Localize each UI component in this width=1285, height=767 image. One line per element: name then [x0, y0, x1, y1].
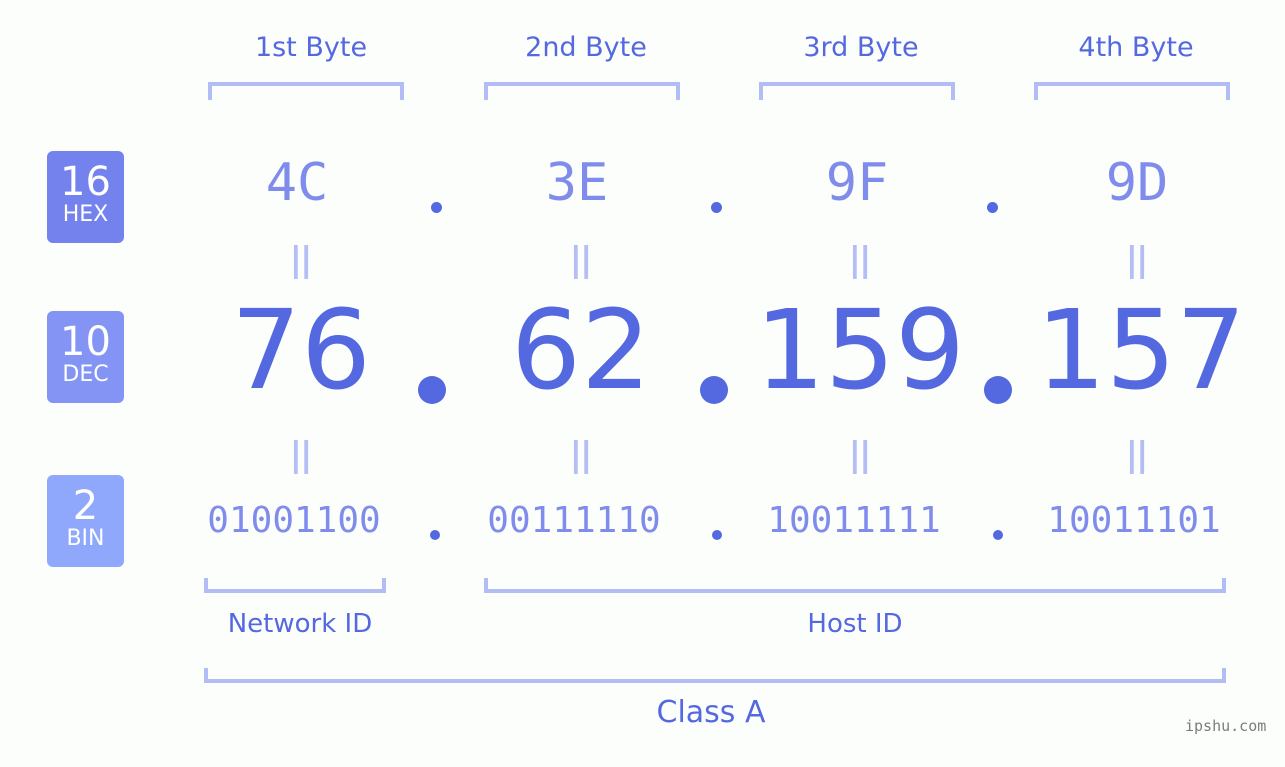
byte-header-4: 4th Byte [1078, 32, 1194, 63]
hex-badge-base: 16 [60, 159, 111, 205]
bin-dot-3 [993, 530, 1003, 540]
class-label: Class A [656, 695, 766, 730]
equals-sign: || [1125, 435, 1149, 475]
dec-badge: 10 DEC [47, 311, 124, 403]
hex-badge-label: HEX [62, 202, 109, 227]
hex-dot-3 [987, 202, 998, 213]
equals-sign: || [289, 240, 313, 280]
dec-value-4: 157 [1036, 286, 1246, 414]
equals-sign: || [289, 435, 313, 475]
byte-bracket-2 [484, 82, 680, 100]
dec-dot-2 [700, 376, 728, 404]
dec-dot-3 [984, 376, 1012, 404]
hex-value-1: 4C [265, 153, 329, 213]
equals-sign: || [1125, 240, 1149, 280]
dec-value-3: 159 [755, 286, 965, 414]
dec-value-1: 76 [231, 286, 371, 414]
hex-badge: 16 HEX [47, 151, 124, 243]
hex-value-2: 3E [545, 153, 609, 213]
watermark: ipshu.com [1185, 717, 1267, 735]
bin-badge: 2 BIN [47, 475, 124, 567]
bin-value-1: 01001100 [207, 500, 381, 541]
byte-bracket-4 [1034, 82, 1230, 100]
bin-value-3: 10011111 [767, 500, 941, 541]
host-id-label: Host ID [807, 609, 903, 639]
bin-dot-1 [430, 530, 440, 540]
bin-value-2: 00111110 [487, 500, 661, 541]
hex-value-3: 9F [825, 153, 889, 213]
byte-bracket-1 [208, 82, 404, 100]
byte-header-3: 3rd Byte [803, 32, 919, 63]
byte-header-1: 1st Byte [254, 32, 368, 63]
dec-badge-label: DEC [62, 362, 109, 387]
network-id-label: Network ID [227, 609, 373, 639]
class-bracket [204, 668, 1226, 683]
network-id-bracket [204, 578, 386, 593]
byte-bracket-3 [759, 82, 955, 100]
bin-dot-2 [712, 530, 722, 540]
dec-badge-base: 10 [60, 319, 111, 365]
hex-value-4: 9D [1105, 153, 1169, 213]
dec-value-2: 62 [511, 286, 651, 414]
bin-value-4: 10011101 [1047, 500, 1221, 541]
equals-sign: || [569, 240, 593, 280]
host-id-bracket [484, 578, 1226, 593]
equals-sign: || [848, 435, 872, 475]
bin-badge-label: BIN [66, 526, 105, 551]
equals-sign: || [569, 435, 593, 475]
bin-badge-base: 2 [72, 483, 99, 529]
byte-header-2: 2nd Byte [525, 32, 647, 63]
equals-sign: || [848, 240, 872, 280]
dec-dot-1 [418, 376, 446, 404]
hex-dot-2 [711, 202, 722, 213]
hex-dot-1 [431, 202, 442, 213]
